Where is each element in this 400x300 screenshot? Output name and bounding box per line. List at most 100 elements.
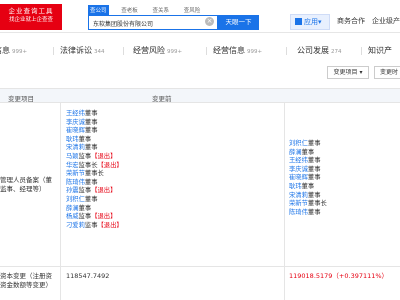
tab-info[interactable]: 信息999+ [0, 45, 27, 56]
person-link[interactable]: 崔晓辉 [289, 174, 308, 181]
person-link[interactable]: 宋清莉 [66, 144, 85, 151]
top-header: 企业查询工具 找企业就上企查查 查公司 查老板 查关系 查风险 东软集团股份有限… [0, 0, 400, 33]
person-link[interactable]: 耿玮 [66, 136, 79, 143]
person-link[interactable]: 陈琦伟 [66, 179, 85, 186]
person-link[interactable]: 荣新节 [66, 170, 85, 177]
person-link[interactable]: 王经纬 [289, 157, 308, 164]
tab-business-info[interactable]: 经营信息 999+ [213, 45, 262, 56]
column-divider [284, 103, 285, 300]
exit-tag: 【退出】 [91, 152, 117, 160]
tab-count: 999+ [12, 49, 28, 55]
person-link[interactable]: 李庆诚 [66, 119, 85, 126]
list-item: 马颖监事【退出】 [66, 153, 123, 162]
tab-divider [53, 47, 54, 55]
tab-search-company[interactable]: 查公司 [88, 5, 109, 15]
tab-label: 知识产 [368, 46, 392, 55]
tab-business-risk[interactable]: 经营风险 999+ [133, 45, 182, 56]
exit-tag: 【退出】 [97, 221, 123, 229]
list-item: 刘积仁董事 [289, 140, 327, 149]
tab-search-relation[interactable]: 查关系 [151, 5, 172, 15]
person-link[interactable]: 耿玮 [289, 183, 302, 190]
person-role: 董事 [307, 165, 321, 173]
person-link[interactable]: 杨威 [66, 213, 79, 220]
tab-divider [286, 47, 287, 55]
list-item: 华宏监事长【退出】 [66, 162, 123, 171]
person-role: 董事 [307, 174, 321, 182]
tab-divider [361, 47, 362, 55]
list-item: 薛澜董事 [66, 205, 123, 214]
person-link[interactable]: 陈琦伟 [289, 209, 308, 216]
person-link[interactable]: 荣新节 [289, 200, 308, 207]
person-role: 董事 [84, 110, 98, 117]
person-role: 监事 [84, 221, 98, 229]
header-before: 变更前 [152, 95, 172, 103]
person-link[interactable]: 宋清莉 [289, 192, 308, 199]
item-text-line: 资金数额等变更） [0, 280, 52, 289]
tab-development[interactable]: 公司发展 274 [297, 45, 342, 56]
person-link[interactable]: 薛澜 [289, 149, 302, 156]
change-item-filter[interactable]: 变更项目 ▾ [327, 66, 369, 79]
site-logo[interactable]: 企业查询工具 找企业就上企查查 [0, 4, 62, 30]
clear-search-icon[interactable]: × [205, 17, 214, 26]
tab-legal[interactable]: 法律诉讼 344 [60, 45, 105, 56]
row-divider [0, 266, 400, 267]
change-item-cell: 资本变更（注册资 资金数额等变更） [0, 272, 52, 289]
nav-enterprise[interactable]: 企业级产 [372, 16, 400, 26]
nav-business[interactable]: 商务合作 [337, 16, 365, 26]
change-time-filter[interactable]: 变更时 [374, 66, 400, 79]
list-item: 薛澜董事 [289, 149, 327, 158]
list-item: 王经纬董事 [289, 157, 327, 166]
list-item: 刘积仁董事 [66, 196, 123, 205]
person-link[interactable]: 崔晓辉 [66, 127, 85, 134]
after-list: 刘积仁董事 薛澜董事 王经纬董事 李庆诚董事 崔晓辉董事 耿玮董事 宋清莉董事 … [289, 140, 327, 217]
person-role: 董事 [307, 157, 321, 165]
list-item: 荣新节董事长 [289, 200, 327, 209]
list-item: 刁爱莉监事【退出】 [66, 222, 123, 231]
person-role: 监事长 [78, 161, 98, 169]
person-role: 董事 [84, 144, 98, 152]
list-item: 宋清莉董事 [289, 192, 327, 201]
app-menu-button[interactable]: 应用▾ [290, 14, 330, 30]
person-role: 董事 [84, 178, 98, 186]
list-item: 李庆诚董事 [66, 119, 123, 128]
person-link[interactable]: 李庆诚 [289, 166, 308, 173]
tab-count: 274 [331, 49, 342, 55]
header-change-item: 变更项目 [8, 95, 34, 103]
person-link[interactable]: 刘积仁 [66, 196, 85, 203]
chevron-down-icon: ▾ [318, 18, 322, 26]
person-link[interactable]: 孙震 [66, 187, 79, 194]
tab-label: 法律诉讼 [60, 46, 92, 55]
item-text-line: 监事、经理等） [0, 184, 46, 193]
person-link[interactable]: 王经纬 [66, 110, 85, 117]
person-link[interactable]: 华宏 [66, 162, 79, 169]
person-link[interactable]: 马颖 [66, 153, 79, 160]
person-link[interactable]: 刁爱莉 [66, 222, 85, 229]
logo-title: 企业查询工具 [8, 7, 54, 15]
tab-label: 信息 [0, 46, 10, 55]
list-item: 杨威监事【退出】 [66, 213, 123, 222]
list-item: 宋清莉董事 [66, 144, 123, 153]
person-link[interactable]: 刘积仁 [289, 140, 308, 147]
list-item: 崔晓辉董事 [66, 127, 123, 136]
person-link[interactable]: 薛澜 [66, 205, 79, 212]
app-menu-label: 应用 [304, 18, 318, 26]
tab-search-risk[interactable]: 查风险 [182, 5, 203, 15]
category-tabs: 信息999+ 法律诉讼344 经营风险999+ 经营信息999+ 公司发展274… [0, 40, 400, 58]
person-role: 董事 [84, 118, 98, 126]
list-item: 崔晓辉董事 [289, 174, 327, 183]
tab-divider [123, 47, 124, 55]
person-role: 董事 [307, 140, 321, 147]
person-role: 董事 [301, 182, 315, 190]
grid-icon [295, 18, 302, 25]
tab-ip[interactable]: 知识产 [368, 45, 392, 56]
tab-label: 经营风险 [133, 46, 165, 55]
change-item-cell: 管理人员备案（董 监事、经理等） [0, 176, 52, 193]
person-role: 监事 [78, 213, 92, 221]
search-input[interactable]: 东软集团股份有限公司 [88, 15, 218, 30]
tab-count: 999+ [247, 49, 263, 55]
tab-label: 公司发展 [297, 46, 329, 55]
search-button[interactable]: 天眼一下 [218, 15, 259, 30]
list-item: 王经纬董事 [66, 110, 123, 119]
person-role: 董事 [78, 135, 92, 143]
tab-search-boss[interactable]: 查老板 [119, 5, 140, 15]
